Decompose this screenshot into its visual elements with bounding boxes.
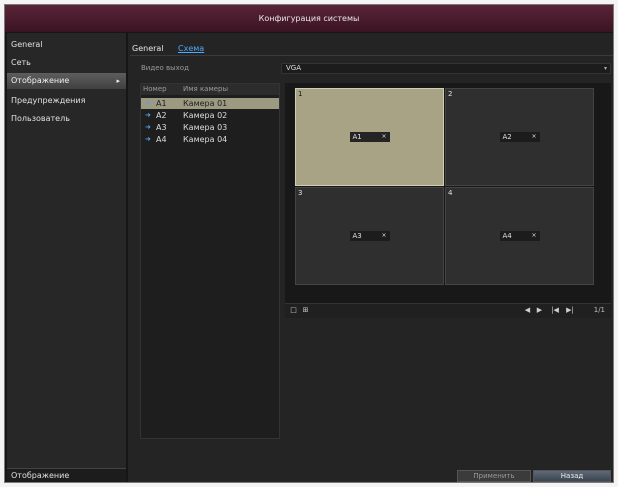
tab-bar: General Схема [130, 43, 613, 56]
sidebar-item-display[interactable]: Отображение ▸ [7, 73, 126, 89]
apply-button[interactable]: Применить [457, 470, 531, 482]
single-view-icon[interactable]: □ [289, 306, 298, 315]
first-page-icon[interactable]: |◀ [549, 306, 561, 315]
camera-icon: ➜ [145, 135, 151, 143]
prev-page-icon[interactable]: ◀ [523, 306, 532, 315]
sidebar-item-user[interactable]: Пользователь [11, 111, 70, 127]
video-output-select[interactable]: VGA ▾ [281, 63, 611, 74]
camera-icon: ➜ [145, 111, 151, 119]
camera-icon: ➜ [145, 123, 151, 131]
camera-number: A1 [156, 99, 167, 108]
layout-grid: 1 A1 × 2 A2 × 3 A3 × 4 A4 × [285, 83, 611, 316]
last-page-icon[interactable]: ▶| [564, 306, 576, 315]
cell-camera-tag[interactable]: A3 × [349, 231, 390, 241]
video-output-value: VGA [286, 64, 302, 72]
camera-icon: ➜ [145, 99, 151, 107]
sidebar-footer-label: Отображение [7, 468, 126, 482]
layout-cell-1[interactable]: 1 A1 × [295, 88, 444, 186]
back-button[interactable]: Назад [533, 470, 611, 482]
column-header-name: Имя камеры [183, 85, 229, 93]
video-output-label: Видео выход [141, 64, 189, 72]
cell-camera-label: A1 [352, 133, 362, 141]
main-panel: General Схема Видео выход VGA ▾ Номер Им… [128, 33, 613, 482]
cell-number: 2 [448, 90, 453, 98]
close-icon[interactable]: × [381, 231, 386, 241]
list-item[interactable]: ➜ A2 Камера 02 [141, 110, 279, 121]
camera-name: Камера 04 [183, 135, 228, 144]
camera-number: A2 [156, 111, 167, 120]
layout-toolbar: □ ⊞ ◀ ▶ |◀ ▶| 1/1 [285, 303, 611, 318]
next-page-icon[interactable]: ▶ [535, 306, 544, 315]
cell-camera-tag[interactable]: A2 × [499, 132, 540, 142]
camera-name: Камера 03 [183, 123, 228, 132]
cell-camera-tag[interactable]: A1 × [349, 132, 390, 142]
list-item[interactable]: ➜ A3 Камера 03 [141, 122, 279, 133]
list-item[interactable]: ➜ A1 Камера 01 [141, 98, 279, 109]
sidebar: General Сеть Отображение ▸ Предупреждени… [7, 33, 126, 482]
sidebar-item-warnings[interactable]: Предупреждения [11, 93, 85, 109]
cell-camera-label: A2 [502, 133, 512, 141]
close-icon[interactable]: × [381, 132, 386, 142]
cell-camera-label: A4 [502, 232, 512, 240]
chevron-right-icon: ▸ [116, 77, 120, 85]
sidebar-item-label: Отображение [11, 76, 70, 85]
camera-name: Камера 02 [183, 111, 228, 120]
sidebar-item-network[interactable]: Сеть [11, 55, 31, 71]
layout-cell-2[interactable]: 2 A2 × [445, 88, 594, 186]
window-title: Конфигурация системы [5, 5, 613, 32]
cell-number: 1 [298, 90, 303, 98]
column-header-number: Номер [143, 85, 167, 93]
tab-layout[interactable]: Схема [176, 43, 206, 55]
camera-list: Номер Имя камеры ➜ A1 Камера 01 ➜ A2 Кам… [140, 83, 280, 439]
camera-name: Камера 01 [183, 99, 228, 108]
close-icon[interactable]: × [531, 231, 536, 241]
config-window: Конфигурация системы General Сеть Отобра… [4, 4, 614, 483]
cell-number: 4 [448, 189, 453, 197]
chevron-down-icon: ▾ [603, 65, 607, 72]
layout-cell-4[interactable]: 4 A4 × [445, 187, 594, 285]
list-item[interactable]: ➜ A4 Камера 04 [141, 134, 279, 145]
layout-cell-3[interactable]: 3 A3 × [295, 187, 444, 285]
page-indicator: 1/1 [593, 306, 605, 314]
tab-general[interactable]: General [130, 43, 166, 55]
quad-view-icon[interactable]: ⊞ [301, 306, 310, 315]
camera-number: A4 [156, 135, 167, 144]
cell-number: 3 [298, 189, 303, 197]
camera-list-header: Номер Имя камеры [141, 84, 279, 95]
cell-camera-tag[interactable]: A4 × [499, 231, 540, 241]
close-icon[interactable]: × [531, 132, 536, 142]
camera-number: A3 [156, 123, 167, 132]
sidebar-item-general[interactable]: General [11, 37, 43, 53]
cell-camera-label: A3 [352, 232, 362, 240]
